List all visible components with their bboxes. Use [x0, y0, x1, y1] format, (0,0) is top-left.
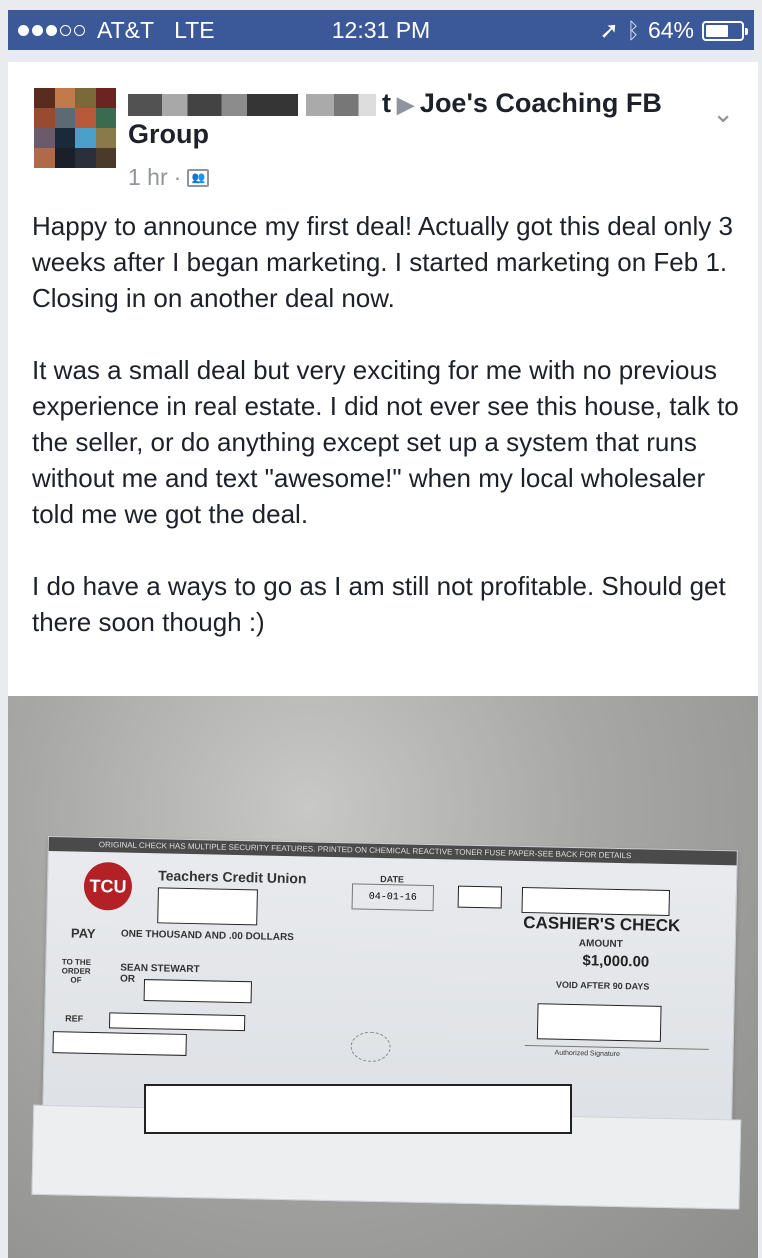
redaction-box: [144, 1084, 572, 1134]
redaction-box: [157, 887, 258, 926]
post-card: t ▶ Joe's Coaching FB Group ⌄ 1 hr · 👥 Hap…: [8, 62, 758, 1258]
post-photo[interactable]: ORIGINAL CHECK HAS MULTIPLE SECURITY FEA…: [8, 696, 758, 1258]
redaction-box: [108, 1012, 246, 1032]
redacted-author-name-2: [306, 93, 376, 116]
meta-separator: ·: [173, 164, 182, 190]
status-right: ➚ ᛒ 64%: [599, 17, 748, 44]
check-seal: [350, 1031, 391, 1063]
pay-label: PAY: [70, 925, 96, 942]
redacted-author-name: [128, 93, 298, 116]
group-audience-icon: 👥: [187, 168, 210, 187]
post-time[interactable]: 1 hr: [128, 164, 168, 191]
redaction-box: [457, 885, 503, 909]
check-date: 04-01-16: [351, 883, 435, 912]
void-note: VOID AFTER 90 DAYS: [555, 979, 650, 992]
redaction-box: [536, 1003, 662, 1042]
bank-name: Teachers Credit Union: [158, 867, 307, 887]
battery-percent: 64%: [647, 17, 694, 43]
post-meta: 1 hr · 👥: [128, 164, 210, 191]
amount-label: AMOUNT: [578, 938, 623, 951]
post-paragraph-2: It was a small deal but very exciting fo…: [32, 355, 739, 529]
check-title: CASHIER'S CHECK: [523, 912, 681, 936]
signature-label: Authorized Signature: [554, 1049, 621, 1059]
post-paragraph-3: I do have a ways to go as I am still not…: [32, 571, 726, 637]
post-body: Happy to announce my first deal! Actuall…: [32, 208, 742, 676]
ref-label: REF: [65, 1013, 84, 1024]
post-header: t ▶ Joe's Coaching FB Group: [128, 88, 698, 150]
amount-in-words: ONE THOUSAND AND .00 DOLLARS: [120, 928, 295, 944]
date-label: DATE: [380, 873, 405, 885]
share-arrow-icon: ▶: [397, 92, 414, 117]
chevron-down-icon[interactable]: ⌄: [712, 98, 734, 129]
avatar[interactable]: [34, 88, 116, 168]
bluetooth-icon: ᛒ: [626, 17, 640, 43]
location-arrow-icon: ➚: [599, 17, 619, 43]
status-bar: AT&T LTE 12:31 PM ➚ ᛒ 64%: [8, 10, 754, 50]
author-name-tail[interactable]: t: [382, 88, 391, 118]
payee-or: OR: [119, 973, 136, 985]
order-label: TO THE ORDER OF: [61, 957, 92, 985]
check-amount: $1,000.00: [582, 952, 650, 971]
redaction-box: [143, 979, 253, 1004]
check-security-band: ORIGINAL CHECK HAS MULTIPLE SECURITY FEA…: [48, 837, 737, 866]
battery-icon: [702, 20, 748, 41]
tcu-logo-icon: TCU: [83, 861, 133, 911]
redaction-box: [52, 1031, 187, 1056]
redaction-box: [521, 886, 671, 917]
post-paragraph-1: Happy to announce my first deal! Actuall…: [32, 211, 733, 313]
signature-line: [524, 1045, 709, 1050]
